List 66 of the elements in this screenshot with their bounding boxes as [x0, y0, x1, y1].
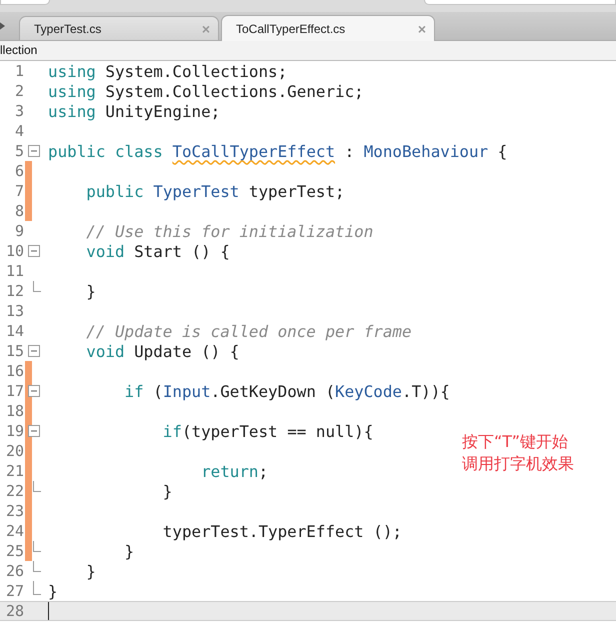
code-line: // Update is called once per frame [85, 322, 412, 340]
line-number: 9 [14, 222, 24, 240]
code-line: public class ToCallTyperEffect : MonoBehaviour { [48, 142, 508, 160]
line-number: 13 [4, 302, 24, 320]
code-line: // Use this for initialization [85, 222, 374, 240]
fold-icon[interactable] [28, 345, 40, 357]
line-number: 1 [14, 62, 24, 80]
line-number: 21 [4, 462, 24, 480]
tab-label: ToCallTyperEffect.cs [236, 22, 346, 36]
line-number: 25 [4, 542, 24, 560]
code-line: } [162, 482, 172, 500]
line-number: 26 [4, 562, 24, 580]
file-tab[interactable]: ToCallTyperEffect.cs × [221, 15, 435, 41]
line-number: 16 [4, 362, 24, 380]
line-number: 20 [4, 442, 24, 460]
line-number: 6 [14, 162, 24, 180]
code-line: typerTest.TyperEffect (); [162, 522, 402, 540]
line-number: 23 [4, 502, 24, 520]
fold-icon[interactable] [28, 385, 40, 397]
code-line: } [85, 282, 96, 300]
code-line: } [124, 542, 134, 560]
code-line: public TyperTest typerTest; [85, 182, 345, 200]
code-line: using UnityEngine; [48, 102, 220, 120]
line-number: 18 [4, 402, 24, 420]
code-line: void Start () { [85, 242, 230, 260]
line-number: 28 [4, 602, 24, 620]
code-line: void Update () { [85, 342, 240, 360]
line-number: 27 [4, 582, 24, 600]
fold-end-icon [33, 581, 41, 595]
line-number: 15 [4, 342, 24, 360]
line-number: 2 [14, 82, 24, 100]
fold-end-icon [33, 281, 41, 292]
line-number: 24 [4, 522, 24, 540]
code-line: using System.Collections; [48, 62, 288, 80]
line-number: 5 [14, 142, 24, 160]
code-line: if (Input.GetKeyDown (KeyCode.T)){ [124, 382, 450, 400]
line-number: 4 [14, 122, 24, 140]
code-line: return; [200, 462, 268, 480]
code-line: using System.Collections.Generic; [48, 82, 364, 100]
annotation-text: 调用打字机效果 [462, 453, 574, 475]
fold-end-icon [33, 541, 41, 552]
line-number: 8 [14, 202, 24, 220]
line-number: 12 [4, 282, 24, 300]
line-number: 10 [4, 242, 24, 260]
annotation-text: 按下“T”键开始 [462, 431, 569, 453]
line-number: 3 [14, 102, 24, 120]
fold-end-icon [33, 481, 41, 492]
line-number: 17 [4, 382, 24, 400]
fold-icon[interactable] [28, 245, 40, 257]
file-tab[interactable]: TyperTest.cs × [19, 16, 219, 40]
line-number: 22 [4, 482, 24, 500]
line-number: 19 [4, 422, 24, 440]
line-number: 14 [4, 322, 24, 340]
code-line: if(typerTest == null){ [162, 422, 374, 440]
line-number: 11 [4, 262, 24, 280]
triangle-icon[interactable] [0, 20, 5, 32]
text-cursor [48, 602, 49, 620]
fold-end-icon [33, 561, 41, 572]
code-line: } [48, 582, 58, 600]
line-number: 7 [14, 182, 24, 200]
breadcrumb[interactable]: llection [0, 43, 38, 57]
fold-icon[interactable] [28, 145, 40, 157]
tab-label: TyperTest.cs [34, 22, 102, 36]
toolbar-field [0, 0, 50, 5]
code-line: } [85, 562, 96, 580]
fold-icon[interactable] [28, 425, 40, 437]
